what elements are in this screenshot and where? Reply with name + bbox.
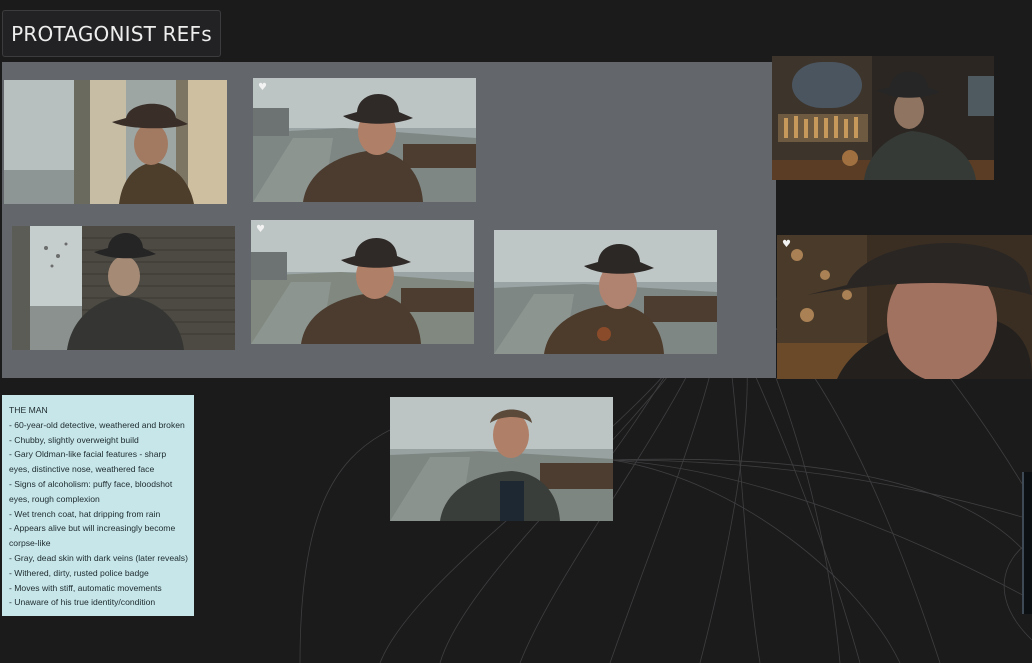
note-line: - Moves with stiff, automatic movements: [9, 582, 162, 593]
note-heading: THE MAN: [9, 405, 48, 415]
ref-image-dock-badge[interactable]: [494, 230, 717, 354]
ref-image-dock-hat-2[interactable]: ♥: [251, 220, 474, 344]
favorite-heart-icon[interactable]: ♥: [256, 224, 267, 235]
note-line: - Gary Oldman-like facial features - sha…: [9, 449, 167, 475]
note-line: - Withered, dirty, rusted police badge: [9, 567, 149, 578]
dock-badge-thumbnail: [494, 230, 717, 354]
alley-smoke-thumbnail: [12, 226, 235, 350]
note-line: - Chubby, slightly overweight build: [9, 434, 139, 445]
dock-hat-1-thumbnail: [253, 78, 476, 202]
bar-drink-thumbnail: [772, 56, 994, 180]
ref-image-bar-drink[interactable]: [772, 56, 994, 180]
note-line: - Appears alive but will increasingly be…: [9, 523, 176, 549]
note-line: - Unaware of his true identity/condition: [9, 597, 156, 608]
board-title: PROTAGONIST REFs: [11, 21, 212, 46]
dock-no-hat-thumbnail: [390, 397, 613, 521]
note-line: - 60-year-old detective, weathered and b…: [9, 419, 185, 430]
character-note-card[interactable]: THE MAN - 60-year-old detective, weather…: [2, 395, 194, 616]
favorite-heart-icon[interactable]: ♥: [258, 82, 269, 93]
ref-image-window-rain[interactable]: [4, 80, 227, 204]
note-line: - Wet trench coat, hat dripping from rai…: [9, 508, 161, 519]
dock-hat-2-thumbnail: [251, 220, 474, 344]
offscreen-ref-card[interactable]: [1022, 472, 1032, 614]
note-line: - Gray, dead skin with dark veins (later…: [9, 552, 188, 563]
ref-image-bar-closeup[interactable]: ♥: [777, 235, 1032, 379]
favorite-heart-icon[interactable]: ♥: [782, 239, 793, 250]
note-line: - Signs of alcoholism: puffy face, blood…: [9, 478, 173, 504]
ref-image-dock-no-hat[interactable]: [390, 397, 613, 521]
board-title-button[interactable]: PROTAGONIST REFs: [2, 10, 221, 57]
ref-image-alley-smoke[interactable]: [12, 226, 235, 350]
bar-closeup-thumbnail: [777, 235, 1032, 379]
window-rain-thumbnail: [4, 80, 227, 204]
ref-image-dock-hat-1[interactable]: ♥: [253, 78, 476, 202]
